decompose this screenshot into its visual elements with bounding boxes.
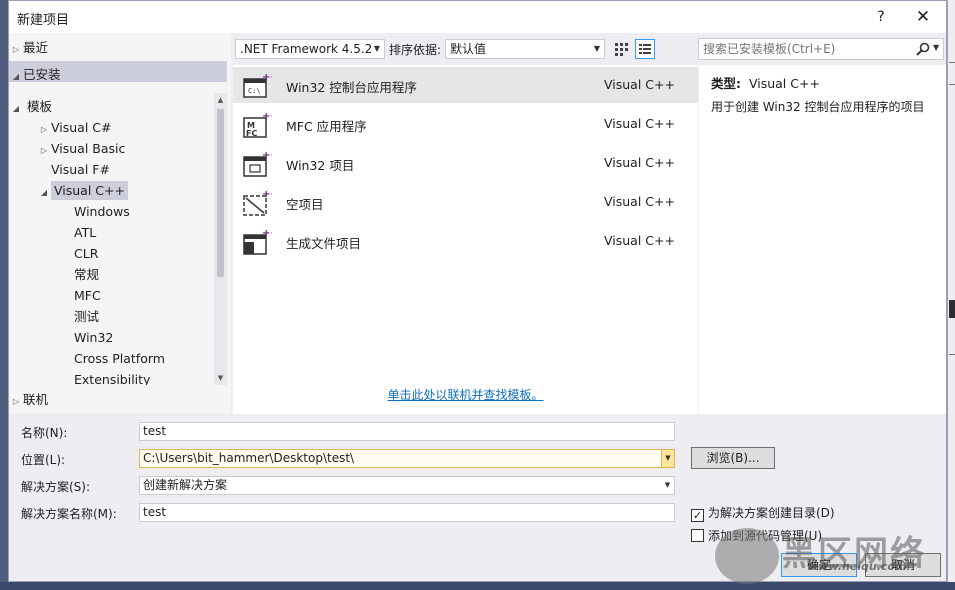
template-list: C:\++ Win32 控制台应用程序 Visual C++ MFC++ MFC… <box>233 65 698 414</box>
chevron-down-icon[interactable]: ▼ <box>661 477 674 494</box>
solution-name-label: 解决方案名称(M): <box>21 507 117 521</box>
tree-item-cross-platform[interactable]: Cross Platform <box>74 348 165 369</box>
chevron-down-icon[interactable]: ▼ <box>933 43 939 52</box>
scrollbar-thumb[interactable] <box>217 109 224 277</box>
watermark-logo <box>715 528 779 584</box>
template-details-pane: 类型: Visual C++ 用于创建 Win32 控制台应用程序的项目 <box>699 65 946 414</box>
nav-online[interactable]: ▷ 联机 <box>9 389 227 411</box>
makefile-project-icon: ++ <box>242 228 279 256</box>
svg-text:++: ++ <box>262 150 272 161</box>
search-input[interactable] <box>703 42 903 56</box>
svg-text:++: ++ <box>262 72 272 83</box>
ide-background-right <box>947 0 955 590</box>
watermark-url: www.heiqu.com <box>808 560 907 573</box>
online-templates-link[interactable]: 单击此处以联机并查找模板。 <box>233 386 698 403</box>
scroll-up-arrow-icon[interactable]: ▲ <box>214 93 227 107</box>
sort-dropdown[interactable]: 默认值 ▼ <box>445 39 605 59</box>
win32-project-icon: ++ <box>242 150 279 178</box>
help-button[interactable]: ? <box>865 5 897 29</box>
svg-text:++: ++ <box>262 228 272 239</box>
template-item-win32-console[interactable]: C:\++ Win32 控制台应用程序 Visual C++ <box>233 67 698 103</box>
chevron-down-icon[interactable]: ▼ <box>661 450 674 467</box>
expand-arrow-icon[interactable]: ▷ <box>9 39 23 60</box>
template-type: 类型: Visual C++ <box>711 76 820 91</box>
tree-item-general[interactable]: 常规 <box>74 264 99 285</box>
ide-background-bottom <box>0 582 955 590</box>
chevron-down-icon: ▼ <box>593 44 600 53</box>
svg-text:FC: FC <box>246 129 257 138</box>
title-bar: 新建项目 ? ✕ <box>9 1 946 33</box>
template-search-box[interactable]: ▼ <box>698 38 944 60</box>
template-nav-pane: ▷ 最近 ◢ 已安装 ◢ 模板 ▷ Visual C# ▷ Visual Basic Vi… <box>9 33 231 413</box>
collapse-arrow-icon[interactable]: ◢ <box>9 63 23 91</box>
ide-background-left <box>0 0 8 590</box>
mfc-app-icon: MFC++ <box>242 111 279 139</box>
template-tree: ◢ 模板 ▷ Visual C# ▷ Visual Basic Visual F# ◢… <box>9 93 227 385</box>
search-icon[interactable] <box>915 41 931 57</box>
framework-dropdown[interactable]: .NET Framework 4.5.2 ▼ <box>235 39 385 59</box>
expand-arrow-icon[interactable]: ▷ <box>9 391 23 412</box>
tree-item-visual-fsharp[interactable]: Visual F# <box>51 159 110 180</box>
template-description: 用于创建 Win32 控制台应用程序的项目 <box>711 100 925 114</box>
browse-button[interactable]: 浏览(B)... <box>691 447 775 469</box>
checkmark-icon[interactable]: ✓ <box>691 509 704 522</box>
tree-item-atl[interactable]: ATL <box>74 222 96 243</box>
template-toolbar: .NET Framework 4.5.2 ▼ 排序依据: 默认值 ▼ <box>235 37 697 59</box>
template-item-makefile-project[interactable]: ++ 生成文件项目 Visual C++ <box>233 223 698 259</box>
tree-item-visual-basic[interactable]: ▷ Visual Basic <box>37 138 125 159</box>
list-view-icon[interactable] <box>635 39 655 59</box>
tree-item-mfc[interactable]: MFC <box>74 285 101 306</box>
solution-label: 解决方案(S): <box>21 480 91 494</box>
svg-text:C:\: C:\ <box>248 87 261 95</box>
template-item-mfc-app[interactable]: MFC++ MFC 应用程序 Visual C++ <box>233 106 698 142</box>
tree-item-extensibility[interactable]: Extensibility <box>74 369 150 385</box>
tree-item-templates[interactable]: ◢ 模板 <box>9 96 52 117</box>
empty-project-icon: ++ <box>242 189 279 217</box>
tree-item-test[interactable]: 测试 <box>74 306 99 327</box>
dialog-title: 新建项目 <box>17 13 70 28</box>
svg-text:++: ++ <box>262 189 272 200</box>
nav-recent[interactable]: ▷ 最近 <box>9 37 227 58</box>
name-field[interactable]: test <box>139 422 675 441</box>
console-app-icon: C:\++ <box>242 72 279 100</box>
sort-label: 排序依据: <box>389 43 442 57</box>
template-item-empty-project[interactable]: ++ 空项目 Visual C++ <box>233 184 698 220</box>
location-label: 位置(L): <box>21 453 66 467</box>
tree-item-windows[interactable]: Windows <box>74 201 130 222</box>
scroll-down-arrow-icon[interactable]: ▼ <box>214 371 227 385</box>
nav-installed[interactable]: ◢ 已安装 <box>9 61 227 82</box>
collapse-arrow-icon[interactable]: ◢ <box>9 98 23 119</box>
grid-view-icon[interactable] <box>611 39 631 59</box>
location-field[interactable]: C:\Users\bit_hammer\Desktop\test\ ▼ <box>139 449 675 468</box>
tree-item-clr[interactable]: CLR <box>74 243 98 264</box>
solution-dropdown[interactable]: 创建新解决方案 ▼ <box>139 476 675 495</box>
create-directory-checkbox[interactable]: ✓ 为解决方案创建目录(D) <box>691 504 835 522</box>
tree-scrollbar[interactable]: ▲ ▼ <box>214 93 227 385</box>
tree-item-visual-cpp[interactable]: ◢ Visual C++ <box>37 180 128 201</box>
collapse-arrow-icon[interactable]: ◢ <box>37 182 51 203</box>
new-project-dialog: 新建项目 ? ✕ ▷ 最近 ◢ 已安装 ◢ 模板 ▷ Visual C# ▷ Visual… <box>8 0 947 582</box>
svg-text:++: ++ <box>262 111 272 122</box>
chevron-down-icon: ▼ <box>373 44 380 53</box>
expand-arrow-icon[interactable]: ▷ <box>37 119 51 140</box>
template-item-win32-project[interactable]: ++ Win32 项目 Visual C++ <box>233 145 698 181</box>
tree-item-visual-csharp[interactable]: ▷ Visual C# <box>37 117 112 138</box>
solution-name-field[interactable]: test <box>139 503 675 522</box>
tree-item-win32[interactable]: Win32 <box>74 327 113 348</box>
expand-arrow-icon[interactable]: ▷ <box>37 140 51 161</box>
close-button[interactable]: ✕ <box>907 5 939 29</box>
name-label: 名称(N): <box>21 426 68 440</box>
